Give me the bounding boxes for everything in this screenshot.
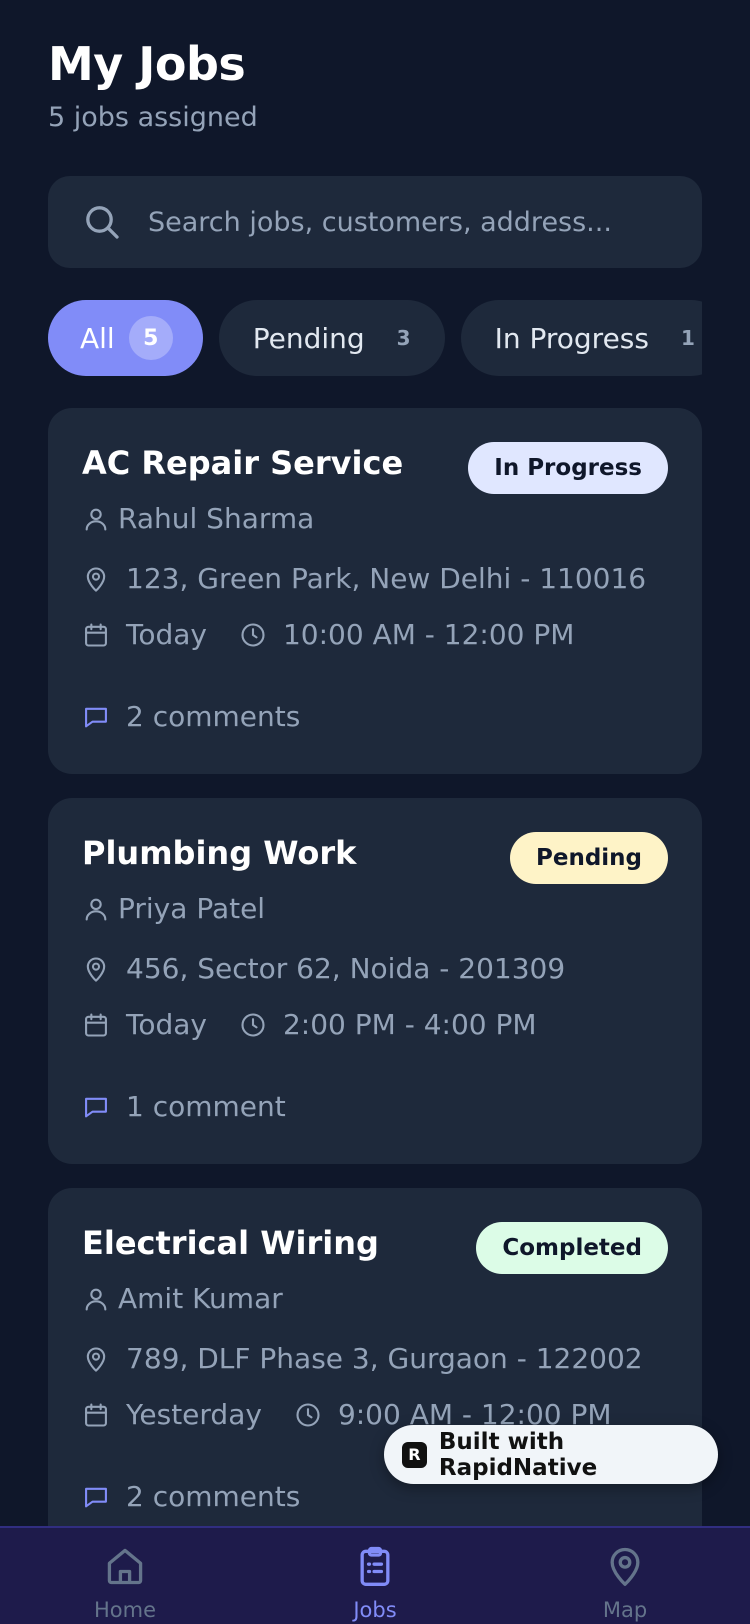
tab-label: Map: [602, 1598, 648, 1622]
filter-chip-count: 5: [128, 316, 173, 360]
job-address: 456, Sector 62, Noida - 201309: [126, 952, 566, 985]
job-card[interactable]: AC Repair Service In Progress Rahul Shar…: [48, 408, 702, 774]
customer-row: Rahul Sharma: [82, 502, 314, 535]
clock-icon: [296, 1402, 320, 1427]
user-icon: [85, 508, 107, 531]
message-icon: [85, 707, 107, 727]
tab-jobs[interactable]: Jobs: [250, 1528, 500, 1624]
search-input[interactable]: Search jobs, customers, address...: [48, 176, 702, 268]
calendar-icon: [85, 1402, 107, 1427]
comment-count: 2 comments: [126, 700, 301, 733]
user-icon: [85, 898, 107, 921]
customer-name: Priya Patel: [118, 892, 266, 925]
comments-row[interactable]: 2 comments: [82, 700, 300, 733]
job-address: 123, Green Park, New Delhi - 110016: [126, 562, 647, 595]
job-title: Electrical Wiring: [82, 1224, 379, 1262]
tab-label: Home: [93, 1598, 156, 1622]
rapidnative-logo-icon: R: [402, 1441, 427, 1468]
map-pin-icon: [610, 1547, 640, 1586]
customer-row: Priya Patel: [82, 892, 265, 925]
built-with-badge[interactable]: R Built with RapidNative: [384, 1425, 718, 1484]
filter-chip-in-progress[interactable]: In Progress 1: [460, 300, 702, 376]
filter-chip-count: 1: [680, 326, 695, 350]
clock-icon: [241, 1012, 265, 1037]
filter-chips: All 5 Pending 3 In Progress 1: [48, 300, 702, 376]
calendar-icon: [85, 622, 107, 647]
status-badge: In Progress: [468, 442, 668, 494]
jobs-screen: My Jobs 5 jobs assigned Search jobs, cus…: [0, 0, 750, 1624]
bottom-tab-bar: Home Jobs Map: [0, 1526, 750, 1624]
job-date: Today: [126, 618, 207, 651]
clock-icon: [241, 622, 265, 647]
comments-row[interactable]: 2 comments: [82, 1480, 300, 1513]
job-date: Yesterday: [126, 1398, 262, 1431]
map-pin-icon: [86, 957, 106, 982]
map-pin-icon: [86, 567, 106, 592]
map-pin-icon: [86, 1347, 106, 1372]
clipboard-list-icon: [360, 1546, 390, 1586]
message-icon: [85, 1097, 107, 1117]
message-icon: [85, 1487, 107, 1507]
filter-chip-label: All: [80, 321, 115, 355]
filter-chip-count: 3: [396, 326, 411, 350]
search-placeholder: Search jobs, customers, address...: [148, 206, 612, 238]
status-badge: Pending: [509, 832, 668, 884]
address-row: 789, DLF Phase 3, Gurgaon - 122002: [82, 1342, 643, 1375]
tab-home[interactable]: Home: [0, 1528, 250, 1624]
filter-chip-all[interactable]: All 5: [48, 300, 203, 376]
tab-label: Jobs: [353, 1598, 397, 1622]
schedule-row: Today 2:00 PM - 4:00 PM: [82, 1008, 537, 1041]
customer-name: Rahul Sharma: [118, 502, 315, 535]
page-header: My Jobs 5 jobs assigned: [48, 34, 258, 136]
job-title: Plumbing Work: [82, 834, 357, 872]
customer-name: Amit Kumar: [118, 1282, 283, 1315]
address-row: 456, Sector 62, Noida - 201309: [82, 952, 565, 985]
status-badge: Completed: [476, 1222, 668, 1274]
job-time: 10:00 AM - 12:00 PM: [282, 618, 575, 651]
built-with-label: Built with RapidNative: [438, 1428, 598, 1481]
page-subtitle: 5 jobs assigned: [48, 102, 258, 133]
filter-chip-label: Pending: [252, 321, 365, 355]
comment-count: 2 comments: [126, 1480, 301, 1513]
page-title: My Jobs: [48, 37, 246, 91]
job-date: Today: [126, 1008, 207, 1041]
job-title: AC Repair Service: [82, 444, 404, 482]
customer-row: Amit Kumar: [82, 1282, 283, 1315]
address-row: 123, Green Park, New Delhi - 110016: [82, 562, 646, 595]
schedule-row: Today 10:00 AM - 12:00 PM: [82, 618, 574, 651]
job-address: 789, DLF Phase 3, Gurgaon - 122002: [126, 1342, 643, 1375]
home-icon: [107, 1548, 143, 1585]
job-card[interactable]: Plumbing Work Pending Priya Patel 456, S…: [48, 798, 702, 1164]
job-card[interactable]: Electrical Wiring Completed Amit Kumar 7…: [48, 1188, 702, 1554]
search-icon: [86, 206, 119, 239]
job-time: 2:00 PM - 4:00 PM: [282, 1008, 537, 1041]
filter-chip-label: In Progress: [494, 321, 649, 355]
tab-map[interactable]: Map: [500, 1528, 750, 1624]
user-icon: [85, 1288, 107, 1311]
comment-count: 1 comment: [126, 1090, 286, 1123]
comments-row[interactable]: 1 comment: [82, 1090, 286, 1123]
calendar-icon: [85, 1012, 107, 1037]
filter-chip-pending[interactable]: Pending 3: [218, 300, 445, 376]
